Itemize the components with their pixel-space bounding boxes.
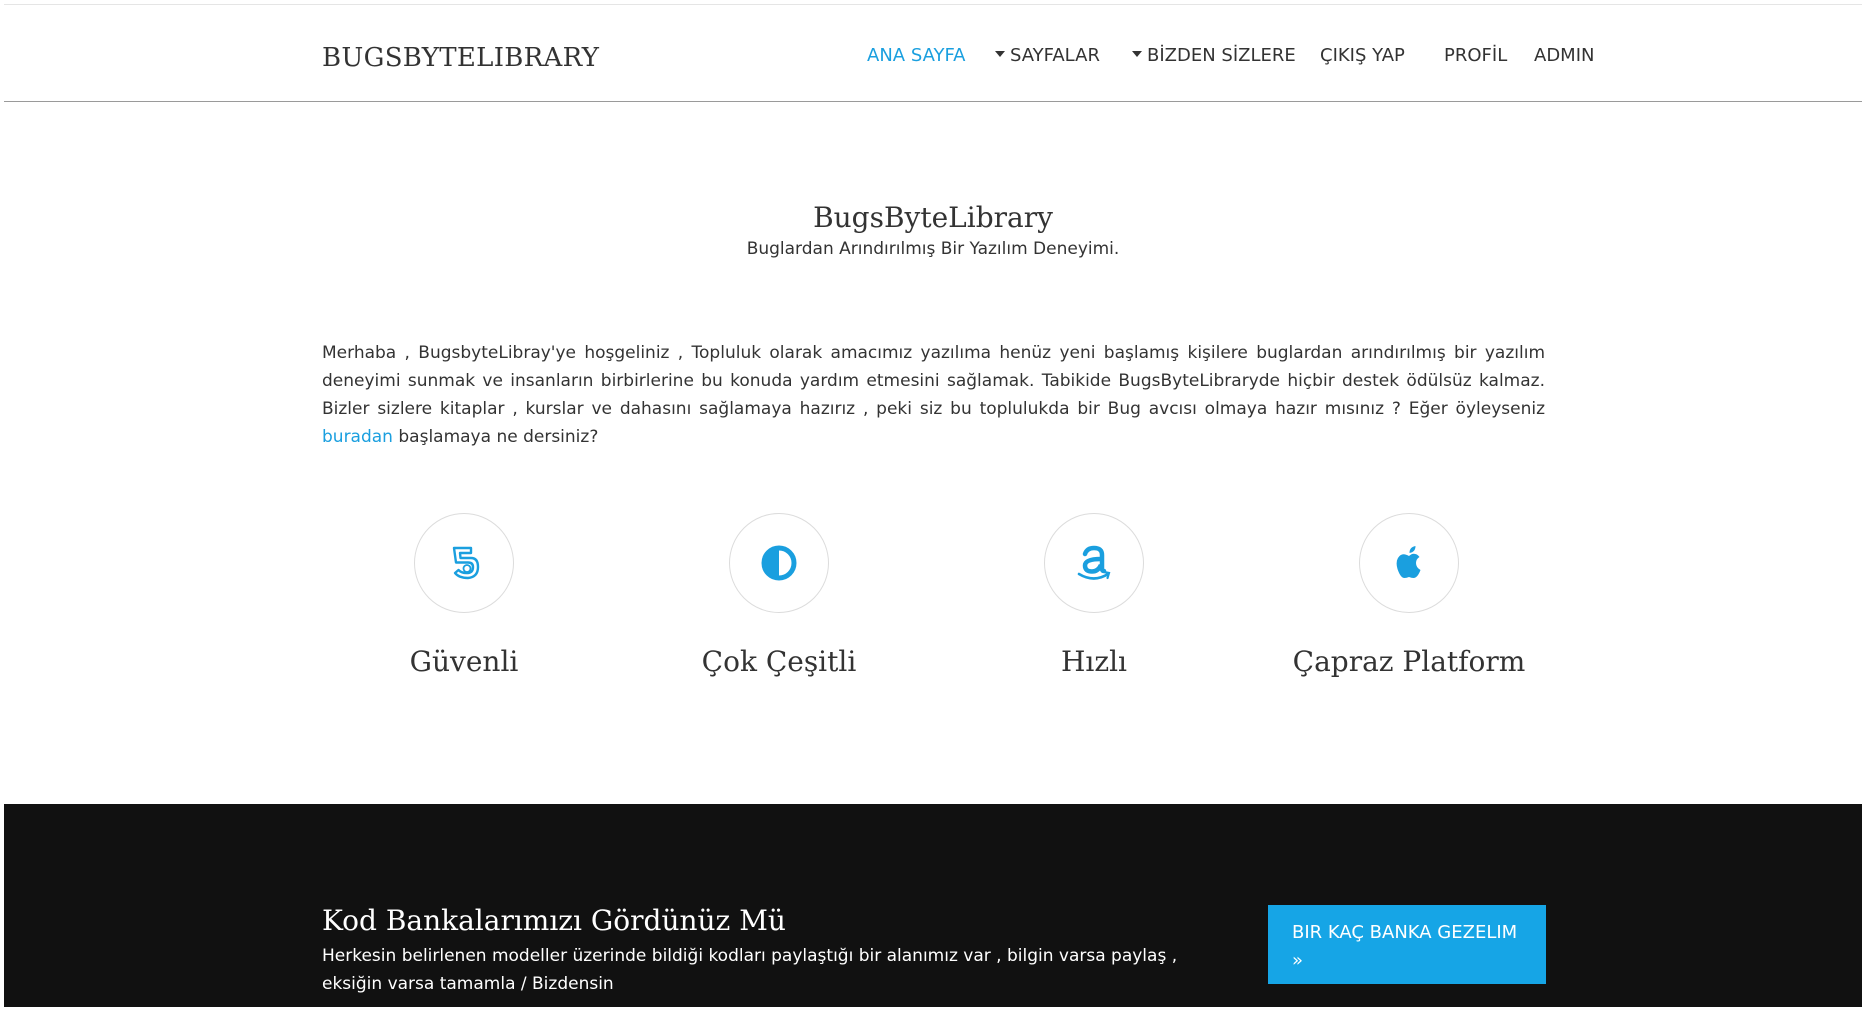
browse-banks-label: BIR KAÇ BANKA GEZELIM bbox=[1292, 922, 1518, 943]
nav-from-us[interactable]: BİZDEN SİZLERE bbox=[1132, 45, 1296, 66]
feature-label: Çapraz Platform bbox=[1292, 645, 1526, 678]
nav-home[interactable]: ANA SAYFA bbox=[867, 45, 966, 66]
browse-banks-button[interactable]: BIR KAÇ BANKA GEZELIM » bbox=[1268, 905, 1546, 984]
code-bank-band: Kod Bankalarımızı Gördünüz Mü Herkesin b… bbox=[4, 804, 1862, 1007]
intro-paragraph: Merhaba , BugsbyteLibray'ye hoşgeliniz ,… bbox=[322, 339, 1545, 451]
site-tagline: Buglardan Arındırılmış Bir Yazılım Deney… bbox=[746, 239, 1120, 259]
caret-down-icon bbox=[995, 51, 1005, 57]
feature-fast: Hızlı bbox=[964, 513, 1224, 678]
nav-pages-label: SAYFALAR bbox=[1010, 45, 1100, 66]
feature-label: Güvenli bbox=[409, 645, 519, 678]
start-here-link[interactable]: buradan bbox=[322, 427, 393, 447]
feature-icon-circle bbox=[414, 513, 514, 613]
page: BUGSBYTELIBRARY ANA SAYFA SAYFALAR BİZDE… bbox=[4, 4, 1862, 1007]
intro-text-end: başlamaya ne dersiniz? bbox=[392, 427, 599, 447]
nav-home-label: ANA SAYFA bbox=[867, 45, 966, 66]
nav-admin[interactable]: ADMIN bbox=[1534, 45, 1594, 66]
nav-profile-label: PROFİL bbox=[1444, 45, 1508, 66]
feature-variety: Çok Çeşitli bbox=[649, 513, 909, 678]
nav-logout[interactable]: ÇIKIŞ YAP bbox=[1320, 45, 1405, 66]
feature-secure: Güvenli bbox=[334, 513, 594, 678]
band-title: Kod Bankalarımızı Gördünüz Mü bbox=[322, 904, 786, 937]
nav-from-us-label: BİZDEN SİZLERE bbox=[1147, 45, 1296, 66]
amazon-icon bbox=[1077, 545, 1111, 580]
apple-icon bbox=[1396, 546, 1421, 578]
half-circle-icon bbox=[761, 545, 797, 581]
top-navbar: BUGSBYTELIBRARY ANA SAYFA SAYFALAR BİZDE… bbox=[4, 5, 1862, 102]
site-title: BugsByteLibrary bbox=[813, 201, 1053, 234]
feature-icon-circle bbox=[1359, 513, 1459, 613]
feature-label: Çok Çeşitli bbox=[701, 645, 857, 678]
feature-icon-circle bbox=[1044, 513, 1144, 613]
nav-profile[interactable]: PROFİL bbox=[1444, 45, 1507, 66]
feature-cross-platform: Çapraz Platform bbox=[1279, 513, 1539, 678]
double-chevron-right-icon: » bbox=[1292, 950, 1304, 971]
feature-icon-circle bbox=[729, 513, 829, 613]
intro-text: Merhaba , BugsbyteLibray'ye hoşgeliniz ,… bbox=[322, 343, 1545, 419]
nav-pages[interactable]: SAYFALAR bbox=[995, 45, 1100, 66]
caret-down-icon bbox=[1132, 51, 1142, 57]
feature-label: Hızlı bbox=[1060, 645, 1128, 678]
nav-logout-label: ÇIKIŞ YAP bbox=[1320, 45, 1405, 66]
main-nav: ANA SAYFA SAYFALAR BİZDEN SİZLERE ÇIKIŞ … bbox=[4, 45, 1862, 75]
html5-icon bbox=[452, 546, 480, 580]
band-text: Herkesin belirlenen modeller üzerinde bi… bbox=[322, 946, 1178, 994]
nav-admin-label: ADMIN bbox=[1534, 45, 1595, 66]
